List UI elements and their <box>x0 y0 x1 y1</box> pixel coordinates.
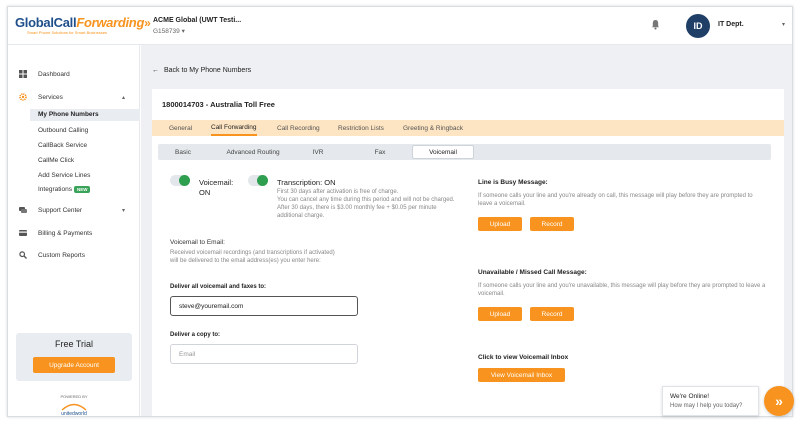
free-trial-title: Free Trial <box>54 339 93 349</box>
partner-logo-text: unitedworld <box>61 411 87 417</box>
powered-by-label: POWERED BY <box>60 394 88 399</box>
logo-text-global: Global <box>15 15 54 30</box>
sidebar-subitem-label: Integrations <box>38 186 72 194</box>
sidebar-item-label: Billing & Payments <box>38 229 93 237</box>
subtab-ivr[interactable]: IVR <box>298 144 338 160</box>
sidebar-subitem-callme-click[interactable]: CallMe Click <box>38 157 74 164</box>
upgrade-account-button[interactable]: Upgrade Account <box>33 357 115 373</box>
logo-text-forwarding: Forwarding <box>76 15 145 30</box>
new-badge: NEW <box>73 186 91 193</box>
sidebar-item-services[interactable]: Services ▴ <box>8 90 140 104</box>
sidebar-item-label: Dashboard <box>38 70 70 78</box>
transcription-description: First 30 days after activation is free o… <box>277 189 455 219</box>
copy-email-input[interactable]: Email <box>170 344 358 364</box>
subtab-voicemail[interactable]: Voicemail <box>412 145 474 159</box>
tab-restriction-lists[interactable]: Restriction Lists <box>338 120 384 136</box>
logo-tagline: Smart Phone Solutions for Smart Business… <box>27 30 108 35</box>
voicemail-email-title: Voicemail to Email: <box>170 239 225 246</box>
sidebar-item-label: Services <box>38 93 63 101</box>
unavailable-message-title: Unavailable / Missed Call Message: <box>478 269 587 276</box>
sidebar-subitem-outbound-calling[interactable]: Outbound Calling <box>38 127 88 134</box>
tab-call-recording[interactable]: Call Recording <box>277 120 320 136</box>
sidebar-item-label: Custom Reports <box>38 251 85 259</box>
voicemail-inbox-title: Click to view Voicemail Inbox <box>478 354 569 361</box>
gear-icon <box>19 93 27 101</box>
search-icon <box>19 251 27 259</box>
support-icon <box>19 206 27 214</box>
busy-upload-button[interactable]: Upload <box>478 217 522 231</box>
transcription-toggle-label: Transcription: ON <box>277 178 336 187</box>
subtab-advanced-routing[interactable]: Advanced Routing <box>212 144 294 160</box>
unitedworld-logo: unitedworld <box>61 403 87 417</box>
chevron-down-icon: ▾ <box>181 28 185 35</box>
dashboard-icon <box>19 70 27 78</box>
tab-greeting-ringback[interactable]: Greeting & Ringback <box>403 120 463 136</box>
divider <box>152 416 784 417</box>
sidebar-subitem-add-service-lines[interactable]: Add Service Lines <box>38 172 90 179</box>
forwarding-subtabs: Basic Advanced Routing IVR Fax Voicemail <box>158 144 771 160</box>
chat-subtitle: How may I help you today? <box>670 403 743 409</box>
top-bar: GlobalCallForwarding» Smart Phone Soluti… <box>8 7 792 45</box>
deliver-copy-label: Deliver a copy to: <box>170 332 221 338</box>
back-link[interactable]: ← Back to My Phone Numbers <box>152 67 251 74</box>
deliver-email-input[interactable]: steve@youremail.com <box>170 296 358 316</box>
busy-record-button[interactable]: Record <box>530 217 574 231</box>
view-voicemail-inbox-button[interactable]: View Voicemail Inbox <box>478 368 565 382</box>
sidebar-subitem-callback-service[interactable]: CallBack Service <box>38 142 87 149</box>
sidebar-subitem-integrations[interactable]: Integrations NEW <box>38 186 91 194</box>
sidebar: Dashboard Services ▴ My Phone Numbers Ou… <box>8 45 140 417</box>
main-content: ← Back to My Phone Numbers 1800014703 - A… <box>141 45 792 417</box>
logo-text-call: Call <box>53 15 77 30</box>
settings-tabs: General Call Forwarding Call Recording R… <box>152 120 784 136</box>
chevron-down-icon: ▾ <box>122 207 126 214</box>
unavailable-record-button[interactable]: Record <box>530 307 574 321</box>
deliver-to-label: Deliver all voicemail and faxes to: <box>170 284 267 290</box>
transcription-toggle[interactable] <box>248 175 268 186</box>
bell-icon[interactable] <box>651 19 660 30</box>
back-link-label: Back to My Phone Numbers <box>164 67 252 74</box>
subtab-fax[interactable]: Fax <box>358 144 402 160</box>
free-trial-box: Free Trial Upgrade Account <box>16 333 132 381</box>
voicemail-email-description: Received voicemail recordings (and trans… <box>170 250 335 264</box>
voicemail-toggle[interactable] <box>170 175 190 186</box>
user-name[interactable]: IT Dept. <box>718 21 744 28</box>
voicemail-toggle-label: Voicemail: ON <box>199 178 234 197</box>
chat-launcher-icon[interactable]: » <box>764 386 794 416</box>
busy-message-title: Line is Busy Message: <box>478 179 548 186</box>
sidebar-item-custom-reports[interactable]: Custom Reports <box>8 248 140 262</box>
account-switcher[interactable]: ACME Global (UWT Testi... G158739 ▾ <box>153 17 241 35</box>
unavailable-message-description: If someone calls your line and you're un… <box>478 283 766 297</box>
app-window: GlobalCallForwarding» Smart Phone Soluti… <box>7 6 793 417</box>
account-id: G158739 <box>153 28 180 35</box>
tab-general[interactable]: General <box>169 120 192 136</box>
logo-chevron-icon: » <box>144 16 151 30</box>
arrow-left-icon: ← <box>152 67 159 74</box>
busy-message-description: If someone calls your line and you're al… <box>478 193 753 207</box>
chat-title: We're Online! <box>670 393 710 400</box>
sidebar-item-dashboard[interactable]: Dashboard <box>8 67 140 81</box>
chat-widget[interactable]: We're Online! How may I help you today? <box>662 386 759 416</box>
avatar[interactable]: ID <box>686 14 710 38</box>
brand-logo[interactable]: GlobalCallForwarding» Smart Phone Soluti… <box>15 15 151 35</box>
sidebar-subitem-my-phone-numbers[interactable]: My Phone Numbers <box>38 111 99 118</box>
tab-call-forwarding[interactable]: Call Forwarding <box>211 120 257 136</box>
sidebar-item-billing-payments[interactable]: Billing & Payments <box>8 226 140 240</box>
subtab-basic[interactable]: Basic <box>158 144 208 160</box>
sidebar-item-label: Support Center <box>38 206 83 214</box>
unavailable-upload-button[interactable]: Upload <box>478 307 522 321</box>
chevron-down-icon[interactable]: ▾ <box>782 21 785 28</box>
sidebar-item-support-center[interactable]: Support Center ▾ <box>8 203 140 217</box>
page-title: 1800014703 - Australia Toll Free <box>162 100 275 109</box>
billing-icon <box>19 229 27 237</box>
number-settings-card: 1800014703 - Australia Toll Free General… <box>152 89 784 417</box>
account-name: ACME Global (UWT Testi... <box>153 17 242 24</box>
chevron-up-icon: ▴ <box>122 94 126 101</box>
